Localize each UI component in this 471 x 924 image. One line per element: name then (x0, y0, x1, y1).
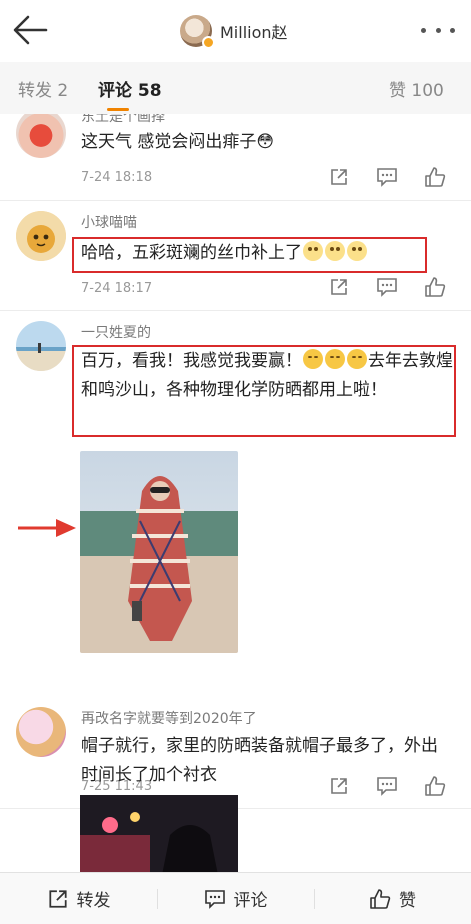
tab-likes[interactable]: 赞 100 (389, 76, 444, 101)
share-icon (48, 889, 67, 908)
like-icon (370, 888, 391, 909)
repost-label: 转发 (76, 891, 111, 911)
like-button[interactable]: 赞 (314, 873, 471, 924)
more-options-icon[interactable] (421, 22, 455, 38)
profile-header[interactable]: Million赵 (180, 14, 288, 49)
comment-photo[interactable] (80, 795, 238, 872)
comment-photo[interactable] (80, 451, 238, 653)
comment-button[interactable]: 评论 (157, 873, 314, 924)
back-arrow-icon[interactable] (10, 12, 50, 48)
repost-button[interactable]: 转发 (0, 873, 157, 924)
active-tab-indicator (107, 108, 129, 111)
comment-label: 评论 (233, 891, 268, 911)
highlight-box (72, 345, 456, 437)
comment-actions (326, 274, 470, 300)
comment-username[interactable]: 一只姓夏的 (81, 322, 151, 342)
avatar[interactable] (16, 321, 66, 371)
share-icon[interactable] (326, 164, 352, 190)
comment-tabs: 转发 2 评论 58 赞 100 (0, 62, 471, 114)
red-arrow-icon (18, 519, 76, 537)
comment-list[interactable]: 东土是个画择 这天气 感觉会闷出痱子😳 7-24 18:18 小球喵喵 哈哈，五… (0, 114, 471, 872)
comment-time: 7-24 18:17 (81, 281, 153, 296)
comment-username[interactable]: 东土是个画择 (81, 114, 165, 126)
avatar[interactable] (16, 211, 66, 261)
comment-actions (326, 164, 470, 190)
page-title: Million赵 (220, 23, 288, 42)
tab-comments[interactable]: 评论 58 (98, 76, 162, 101)
top-nav-bar: Million赵 (0, 0, 471, 62)
like-icon[interactable] (422, 164, 448, 190)
comment-username[interactable]: 再改名字就要等到2020年了 (81, 708, 257, 728)
comment-time: 7-24 18:18 (81, 170, 153, 185)
bottom-action-bar: 转发 评论 赞 (0, 872, 471, 924)
divider (0, 200, 471, 201)
like-label: 赞 (399, 891, 416, 911)
avatar[interactable] (16, 114, 66, 158)
share-icon[interactable] (326, 274, 352, 300)
comment-icon (204, 889, 225, 909)
comment-username[interactable]: 小球喵喵 (81, 212, 137, 232)
like-icon[interactable] (422, 274, 448, 300)
highlight-box (72, 237, 427, 273)
tab-repost[interactable]: 转发 2 (18, 76, 68, 101)
reply-icon[interactable] (374, 164, 400, 190)
verified-badge-icon (202, 36, 215, 49)
avatar[interactable] (180, 15, 215, 49)
reply-icon[interactable] (374, 274, 400, 300)
avatar[interactable] (16, 707, 66, 757)
comment-text: 这天气 感觉会闷出痱子😳 (81, 132, 275, 152)
comment-text: 帽子就行，家里的防晒装备就帽子最多了，外出时间长了加个衬衣 (81, 736, 438, 785)
divider (0, 310, 471, 311)
